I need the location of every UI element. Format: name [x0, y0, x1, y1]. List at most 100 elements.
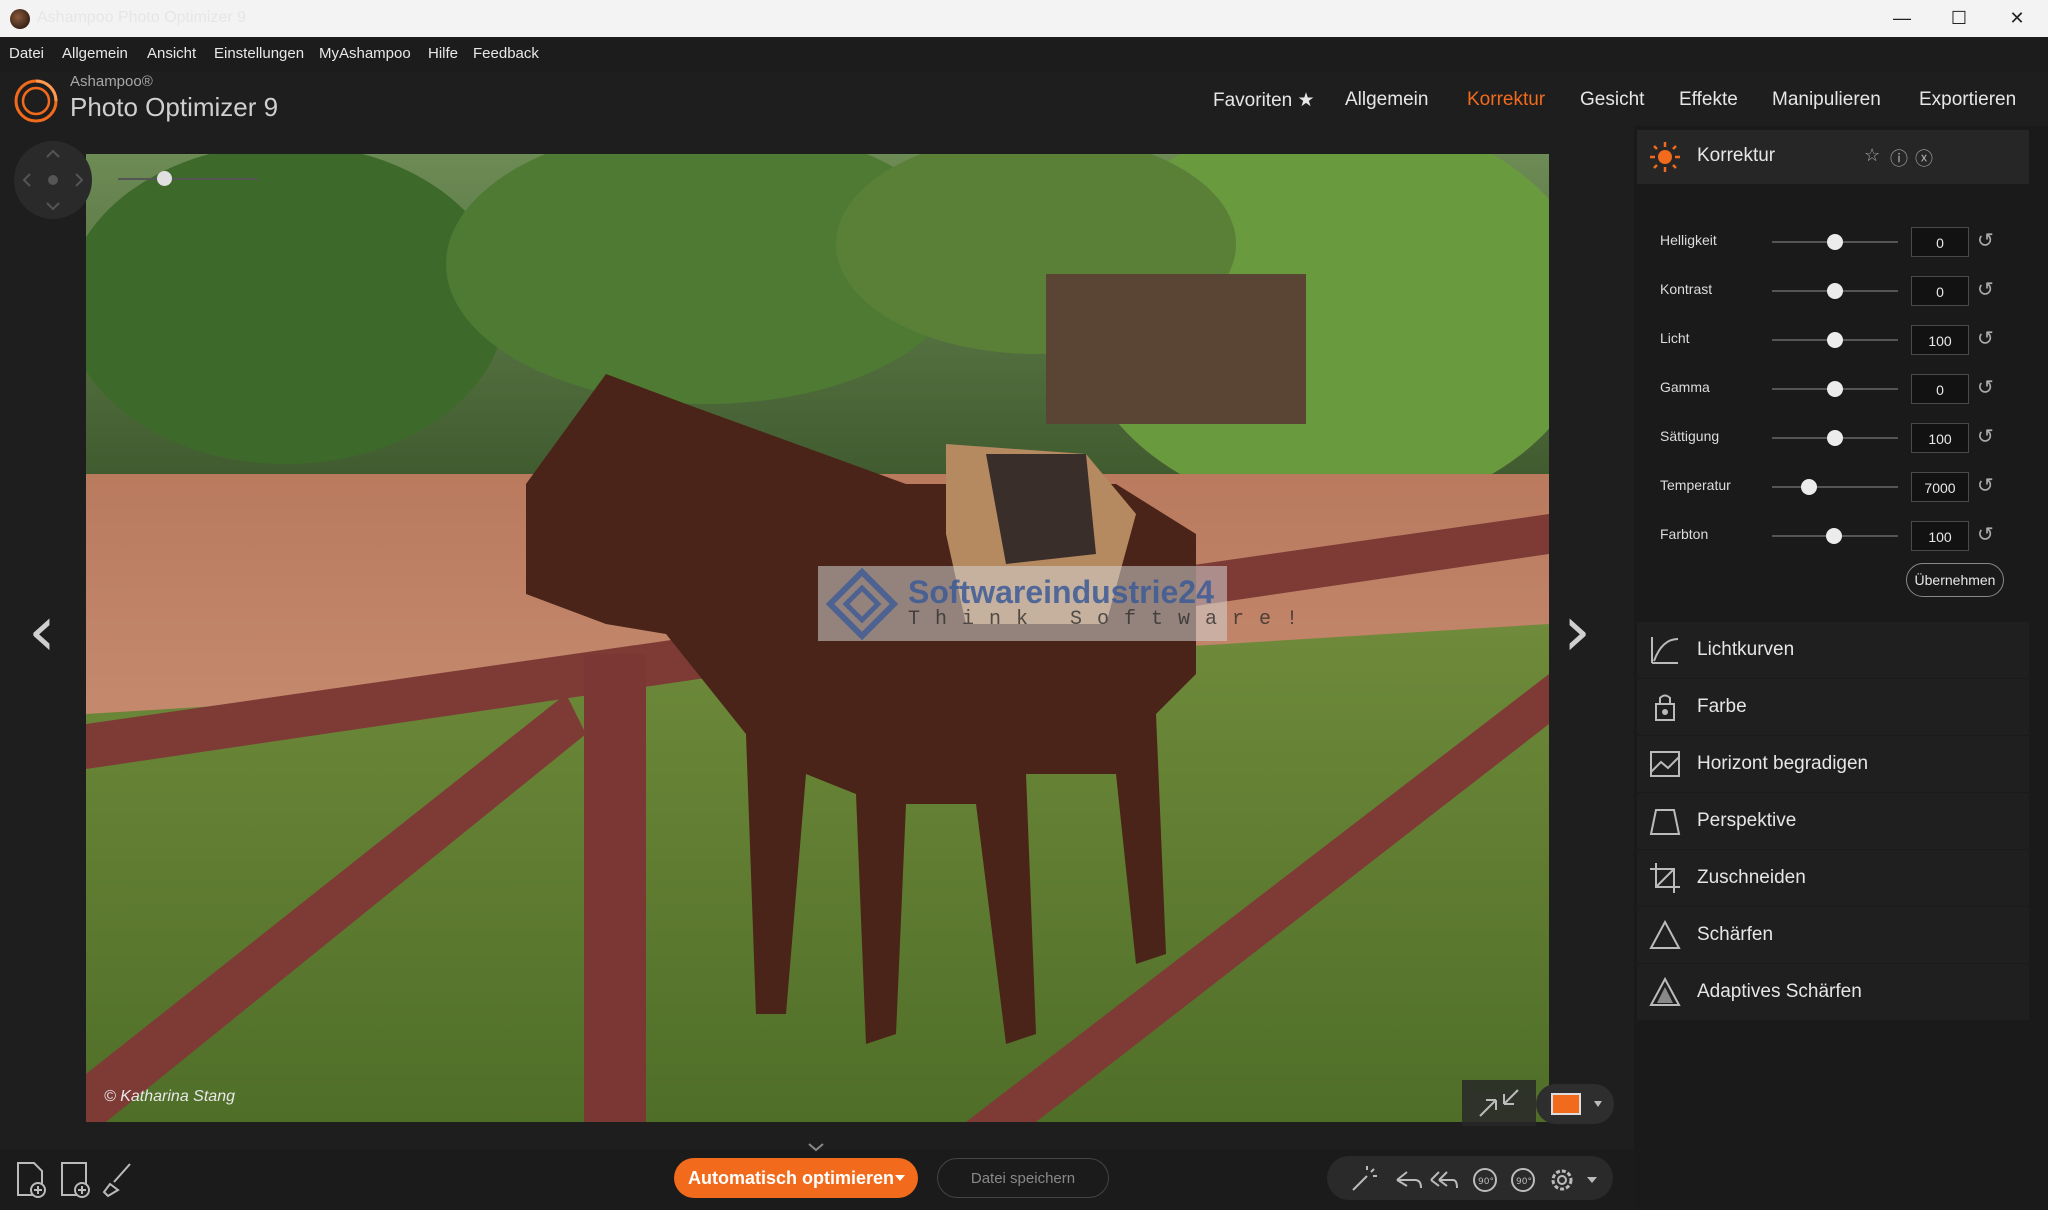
nav-effekte[interactable]: Effekte: [1679, 89, 1738, 111]
apply-button[interactable]: Übernehmen: [1906, 563, 2004, 597]
nav-allgemein[interactable]: Allgemein: [1345, 89, 1428, 111]
nav-exportieren[interactable]: Exportieren: [1919, 89, 2016, 111]
svg-text:90°: 90°: [1478, 1177, 1494, 1187]
add-file-icon[interactable]: [12, 1160, 48, 1198]
maximize-button[interactable]: ☐: [1931, 0, 1987, 37]
pan-arrows-icon: [22, 149, 84, 211]
close-panel-icon[interactable]: ⓧ: [1915, 145, 1933, 171]
save-file-button[interactable]: Datei speichern: [937, 1158, 1109, 1198]
pan-navigator[interactable]: [14, 141, 92, 219]
curve-icon: [1651, 637, 1679, 664]
menu-myashampoo[interactable]: MyAshampoo: [319, 45, 411, 62]
slider-label: Helligkeit: [1660, 232, 1717, 248]
slider-value-field[interactable]: 100: [1911, 325, 1969, 355]
slider-knob[interactable]: [1827, 430, 1843, 446]
watermark-logo-icon: [826, 568, 898, 640]
tool-label: Zuschneiden: [1697, 867, 1806, 888]
menu-einstellungen[interactable]: Einstellungen: [214, 45, 304, 62]
shrink-arrows-icon: [1479, 1089, 1519, 1117]
rotate-left-icon[interactable]: 90°: [1473, 1168, 1497, 1192]
nav-korrektur[interactable]: Korrektur: [1467, 89, 1545, 111]
menu-feedback[interactable]: Feedback: [473, 45, 539, 62]
undo-all-icon[interactable]: [1430, 1171, 1458, 1189]
logo-product: Photo Optimizer 9: [70, 92, 279, 122]
tool-label: Horizont begradigen: [1697, 753, 1869, 774]
slider-label: Farbton: [1660, 526, 1709, 542]
tool-schärfen[interactable]: [1637, 907, 2029, 963]
slider-value-field[interactable]: 100: [1911, 423, 1969, 453]
slider-value-field[interactable]: 0: [1911, 276, 1969, 306]
tool-label: Lichtkurven: [1697, 639, 1795, 660]
brush-icon[interactable]: [100, 1160, 136, 1198]
korrektur-panel-header[interactable]: [1637, 130, 2029, 184]
menu-ansicht[interactable]: Ansicht: [147, 45, 196, 62]
menu-bar: [0, 37, 2048, 72]
slider-value-field[interactable]: 0: [1911, 374, 1969, 404]
sun-icon: [1650, 142, 1680, 172]
tool-perspektive[interactable]: [1637, 793, 2029, 849]
favorite-star-icon[interactable]: ☆: [1864, 145, 1880, 166]
previous-image-icon[interactable]: ‹: [28, 590, 56, 672]
reset-icon[interactable]: ↺: [1977, 326, 1994, 351]
undo-icon[interactable]: [1396, 1171, 1422, 1189]
crop-icon: [1650, 863, 1680, 893]
slider-knob[interactable]: [1827, 283, 1843, 299]
auto-dropdown-icon[interactable]: [894, 1174, 906, 1182]
slider-knob[interactable]: [1827, 234, 1843, 250]
reset-icon[interactable]: ↺: [1977, 473, 1994, 498]
adaptive-sharpen-icon: [1649, 976, 1681, 1006]
zoom-slider-knob[interactable]: [157, 171, 172, 186]
menu-datei[interactable]: Datei: [9, 45, 44, 62]
logo-brand: Ashampoo®: [70, 73, 153, 90]
nav-manipulieren[interactable]: Manipulieren: [1772, 89, 1881, 111]
title-bar: [0, 0, 2048, 37]
slider-label: Licht: [1660, 330, 1690, 346]
more-dropdown-icon[interactable]: [1587, 1177, 1597, 1183]
next-image-icon[interactable]: ›: [1563, 590, 1591, 672]
tool-label: Schärfen: [1697, 924, 1774, 945]
slider-knob[interactable]: [1801, 479, 1817, 495]
reset-icon[interactable]: ↺: [1977, 375, 1994, 400]
ashampoo-logo-icon: [14, 79, 58, 123]
history-toolbar: 90° 90°: [1327, 1156, 1613, 1200]
settings-gear-icon[interactable]: [1551, 1169, 1573, 1191]
reset-icon[interactable]: ↺: [1977, 424, 1994, 449]
help-icon[interactable]: ⓘ: [1890, 145, 1908, 171]
tool-lichtkurven[interactable]: [1637, 622, 2029, 678]
horizon-icon: [1650, 751, 1680, 777]
tool-label: Adaptives Schärfen: [1697, 981, 1862, 1002]
add-folder-icon[interactable]: [56, 1160, 92, 1198]
reset-icon[interactable]: ↺: [1977, 522, 1994, 547]
reset-icon[interactable]: ↺: [1977, 277, 1994, 302]
menu-hilfe[interactable]: Hilfe: [428, 45, 458, 62]
zoom-slider-track[interactable]: [118, 178, 258, 180]
minimize-button[interactable]: —: [1874, 0, 1930, 37]
tool-label: Farbe: [1697, 696, 1747, 717]
slider-value-field[interactable]: 7000: [1911, 472, 1969, 502]
frame-icon: [1551, 1093, 1602, 1115]
slider-knob[interactable]: [1827, 332, 1843, 348]
tool-farbe[interactable]: [1637, 679, 2029, 735]
tool-zuschneiden[interactable]: [1637, 850, 2029, 906]
rotate-right-icon[interactable]: 90°: [1511, 1168, 1535, 1192]
slider-knob[interactable]: [1827, 381, 1843, 397]
watermark-title: Softwareindustrie24: [908, 574, 1214, 610]
auto-optimize-button[interactable]: Automatisch optimieren: [674, 1158, 918, 1198]
svg-text:90°: 90°: [1516, 1177, 1532, 1187]
slider-track[interactable]: [1772, 486, 1898, 488]
close-button[interactable]: ✕: [1989, 0, 2045, 37]
slider-value-field[interactable]: 100: [1911, 521, 1969, 551]
menu-allgemein[interactable]: Allgemein: [62, 45, 128, 62]
window-title: Ashampoo Photo Optimizer 9: [37, 9, 246, 26]
nav-gesicht[interactable]: Gesicht: [1580, 89, 1644, 111]
photo-copyright: © Katharina Stang: [104, 1088, 235, 1105]
nav-favoriten[interactable]: Favoriten ★: [1213, 89, 1315, 112]
view-mode-button[interactable]: [1536, 1084, 1614, 1124]
tool-label: Perspektive: [1697, 810, 1797, 831]
collapse-chevron-icon[interactable]: [806, 1142, 826, 1152]
slider-knob[interactable]: [1826, 528, 1842, 544]
fit-to-window-button[interactable]: [1462, 1080, 1536, 1126]
slider-value-field[interactable]: 0: [1911, 227, 1969, 257]
reset-icon[interactable]: ↺: [1977, 228, 1994, 253]
magic-wand-icon[interactable]: [1352, 1166, 1377, 1191]
